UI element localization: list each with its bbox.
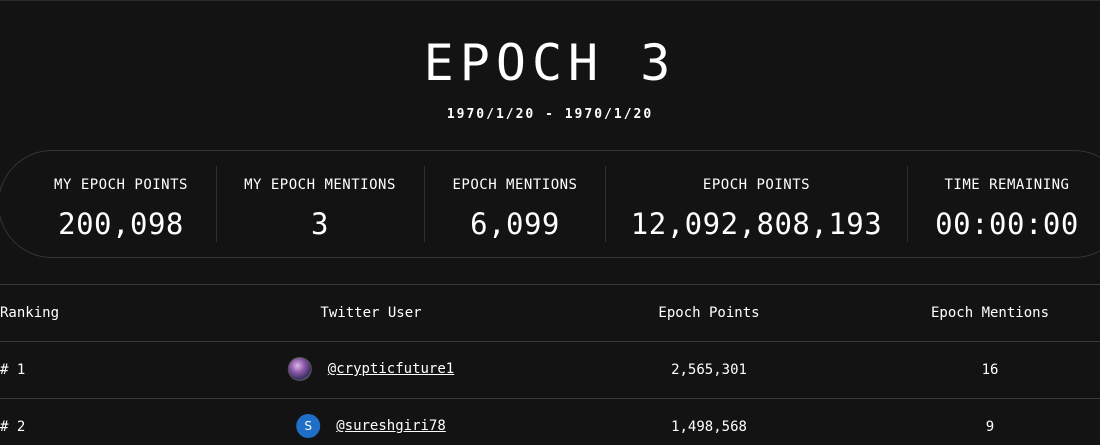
row-divider — [0, 398, 1100, 399]
twitter-handle-link[interactable]: @crypticfuture1 — [328, 361, 454, 377]
stat-value: 200,098 — [58, 207, 184, 241]
stat-label: MY EPOCH POINTS — [54, 177, 188, 193]
epoch-points-cell: 1,498,568 — [671, 419, 747, 435]
column-header-ranking: Ranking — [0, 305, 60, 321]
stat-divider — [907, 166, 908, 242]
epoch-date-range: 1970/1/20 - 1970/1/20 — [446, 107, 654, 122]
stat-epoch-mentions: EPOCH MENTIONS 6,099 — [426, 166, 604, 242]
leaderboard-page: EPOCH 3 1970/1/20 - 1970/1/20 MY EPOCH P… — [0, 0, 1100, 445]
stat-value: 6,099 — [470, 207, 560, 241]
stat-value: 12,092,808,193 — [630, 207, 883, 241]
twitter-handle-link[interactable]: @sureshgiri78 — [336, 418, 446, 434]
column-header-epoch-mentions: Epoch Mentions — [930, 305, 1050, 321]
stat-divider — [424, 166, 425, 242]
user-avatar — [287, 357, 312, 381]
row-divider — [0, 341, 1100, 342]
table-top-divider — [0, 284, 1100, 285]
epoch-mentions-cell: 9 — [985, 419, 995, 435]
stat-label: TIME REMAINING — [944, 177, 1070, 193]
rank-cell: # 1 — [0, 362, 26, 378]
user-avatar: S — [296, 414, 321, 438]
stat-divider — [605, 166, 606, 242]
epoch-mentions-cell: 16 — [981, 362, 999, 378]
stat-my-epoch-mentions: MY EPOCH MENTIONS 3 — [218, 166, 422, 242]
epoch-title: EPOCH 3 — [423, 34, 677, 92]
column-header-twitter-user: Twitter User — [320, 305, 422, 321]
stat-time-remaining: TIME REMAINING 00:00:00 — [909, 166, 1100, 242]
column-header-epoch-points: Epoch Points — [658, 305, 760, 321]
twitter-user-cell: S @sureshgiri78 — [296, 414, 446, 438]
stat-label: MY EPOCH MENTIONS — [244, 177, 396, 193]
stat-value: 00:00:00 — [935, 207, 1079, 241]
epoch-points-cell: 2,565,301 — [671, 362, 747, 378]
rank-cell: # 2 — [0, 419, 26, 435]
twitter-user-cell: @crypticfuture1 — [287, 357, 454, 381]
stat-my-epoch-points: MY EPOCH POINTS 200,098 — [30, 166, 212, 242]
stat-value: 3 — [311, 207, 329, 241]
stat-label: EPOCH POINTS — [702, 177, 811, 193]
stat-epoch-points: EPOCH POINTS 12,092,808,193 — [607, 166, 906, 242]
stat-divider — [216, 166, 217, 242]
stat-label: EPOCH MENTIONS — [452, 177, 578, 193]
